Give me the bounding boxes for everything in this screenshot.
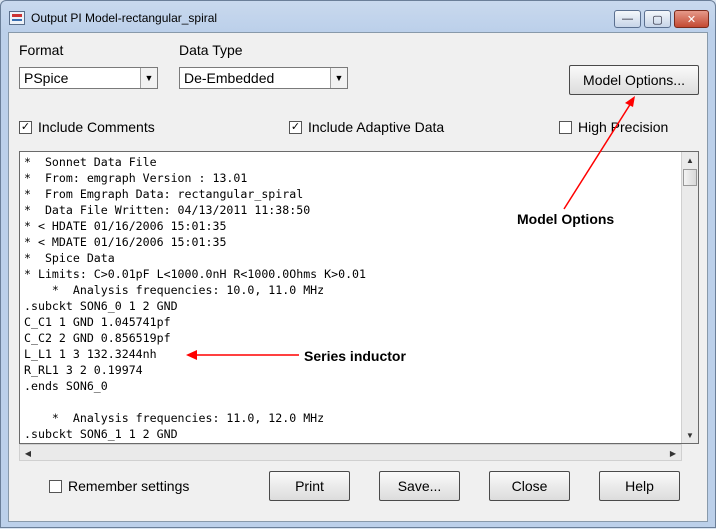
model-options-annotation: Model Options bbox=[517, 211, 615, 227]
model-options-arrow bbox=[563, 102, 632, 210]
series-inductor-arrowhead bbox=[186, 350, 197, 360]
dialog-window: Output PI Model-rectangular_spiral — ▢ ✕… bbox=[0, 0, 716, 528]
model-options-arrowhead bbox=[625, 96, 635, 107]
annotation-arrows bbox=[186, 96, 635, 360]
series-inductor-annotation: Series inductor bbox=[304, 348, 406, 364]
